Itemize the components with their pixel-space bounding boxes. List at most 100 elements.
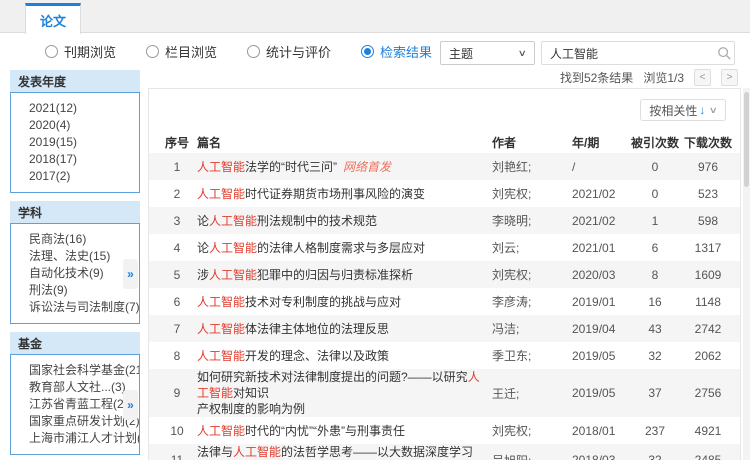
table-row[interactable]: 6人工智能技术对专利制度的挑战与应对李彦涛;2019/01161148 [149, 288, 740, 315]
radio-circle-icon [247, 45, 260, 58]
col-index: 序号 [157, 134, 197, 151]
row-cited: 237 [628, 424, 682, 438]
results-panel: 按相关性 ↓ ∨ 序号篇名作者年/期被引次数下载次数1人工智能法学的“时代三问”… [148, 88, 741, 460]
row-index: 7 [157, 322, 197, 336]
facet-list: 国家社会科学基金(21)教育部人文社...(3)江苏省青蓝工程(2)国家重点研发… [10, 354, 140, 455]
facet-2: 基金国家社会科学基金(21)教育部人文社...(3)江苏省青蓝工程(2)国家重点… [10, 332, 140, 455]
paper-title-link[interactable]: 法律与人工智能的法哲学思考——以大数据深度学习为考察重点 [197, 444, 492, 460]
facet-item[interactable]: 诉讼法与司法制度(7) [11, 299, 139, 316]
facet-item[interactable]: 法理、法史(15) [11, 248, 139, 265]
facet-item[interactable]: 2018(17) [11, 151, 139, 168]
row-year: 2021/01 [570, 241, 628, 255]
next-page-button[interactable]: > [721, 69, 738, 86]
table-row[interactable]: 9如何研究新技术对法律制度提出的问题?——以研究人工智能对知识产权制度的影响为例… [149, 369, 740, 417]
results-count: 找到52条结果 [560, 69, 633, 86]
keyword-highlight: 人工智能 [209, 241, 257, 255]
facet-item[interactable]: 上海市浦江人才计划(1) [11, 430, 139, 447]
col-cited: 被引次数 [628, 134, 682, 151]
radio-circle-icon [361, 45, 374, 58]
facet-1: 学科民商法(16)法理、法史(15)自动化技术(9)刑法(9)诉讼法与司法制度(… [10, 201, 140, 324]
paper-title-link[interactable]: 人工智能法学的“时代三问”网络首发 [197, 159, 492, 175]
keyword-highlight: 人工智能 [233, 445, 281, 459]
row-author: 王迁; [492, 385, 570, 402]
radio-view-0[interactable]: 刊期浏览 [45, 42, 116, 61]
table-row[interactable]: 5涉人工智能犯罪中的归因与归责标准探析刘宪权;2020/0381609 [149, 261, 740, 288]
facet-item[interactable]: 江苏省青蓝工程(2) [11, 396, 139, 413]
search-icon[interactable] [713, 46, 734, 60]
col-downloads: 下载次数 [682, 134, 734, 151]
table-row[interactable]: 1人工智能法学的“时代三问”网络首发刘艳红;/0976 [149, 153, 740, 180]
vertical-scrollbar[interactable] [743, 88, 750, 460]
row-year: 2020/03 [570, 268, 628, 282]
paper-title-link[interactable]: 涉人工智能犯罪中的归因与归责标准探析 [197, 267, 492, 283]
facet-0: 发表年度2021(12)2020(4)2019(15)2018(17)2017(… [10, 70, 140, 193]
row-year: 2021/02 [570, 187, 628, 201]
search-input[interactable] [542, 46, 713, 60]
table-row[interactable]: 2人工智能时代证券期货市场刑事风险的演变刘宪权;2021/020523 [149, 180, 740, 207]
radio-label: 检索结果 [380, 42, 432, 61]
paper-title-link[interactable]: 人工智能开发的理念、法律以及政策 [197, 348, 492, 364]
facet-item[interactable]: 教育部人文社...(3) [11, 379, 139, 396]
radio-view-2[interactable]: 统计与评价 [247, 42, 331, 61]
paper-title-link[interactable]: 论人工智能的法律人格制度需求与多层应对 [197, 240, 492, 256]
tab-strip: 论文 [0, 0, 750, 33]
row-index: 6 [157, 295, 197, 309]
paper-title-link[interactable]: 人工智能时代证券期货市场刑事风险的演变 [197, 186, 492, 202]
paper-title-link[interactable]: 如何研究新技术对法律制度提出的问题?——以研究人工智能对知识产权制度的影响为例 [197, 369, 492, 417]
scrollbar-thumb[interactable] [744, 92, 749, 187]
row-author: 刘宪权; [492, 266, 570, 283]
facet-item[interactable]: 刑法(9) [11, 282, 139, 299]
facet-expand-button[interactable]: » [123, 390, 138, 420]
row-author: 刘艳红; [492, 158, 570, 175]
facet-item[interactable]: 2021(12) [11, 100, 139, 117]
facet-item[interactable]: 国家重点研发计划(2) [11, 413, 139, 430]
facet-item[interactable]: 2017(2) [11, 168, 139, 185]
row-cited: 43 [628, 322, 682, 336]
row-author: 李晓明; [492, 212, 570, 229]
row-index: 1 [157, 160, 197, 174]
sort-label: 按相关性 [649, 102, 697, 119]
row-author: 吴旭阳; [492, 452, 570, 460]
keyword-highlight: 人工智能 [197, 295, 245, 309]
table-row[interactable]: 11法律与人工智能的法哲学思考——以大数据深度学习为考察重点吴旭阳;2018/0… [149, 444, 740, 460]
facet-item[interactable]: 民商法(16) [11, 231, 139, 248]
paper-title-link[interactable]: 人工智能技术对专利制度的挑战与应对 [197, 294, 492, 310]
paper-title-link[interactable]: 人工智能时代的“内忧”“外患”与刑事责任 [197, 423, 492, 439]
table-row[interactable]: 4论人工智能的法律人格制度需求与多层应对刘云;2021/0161317 [149, 234, 740, 261]
row-year: 2019/01 [570, 295, 628, 309]
paper-title-link[interactable]: 人工智能体法律主体地位的法理反思 [197, 321, 492, 337]
col-title: 篇名 [197, 134, 492, 151]
table-row[interactable]: 3论人工智能刑法规制中的技术规范李晓明;2021/021598 [149, 207, 740, 234]
facet-item[interactable]: 国家社会科学基金(21) [11, 362, 139, 379]
radio-view-1[interactable]: 栏目浏览 [146, 42, 217, 61]
radio-circle-icon [45, 45, 58, 58]
radio-label: 刊期浏览 [64, 42, 116, 61]
keyword-highlight: 人工智能 [197, 187, 245, 201]
prev-page-button[interactable]: < [694, 69, 711, 86]
facet-expand-button[interactable]: » [123, 259, 138, 289]
row-cited: 6 [628, 241, 682, 255]
table-row[interactable]: 7人工智能体法律主体地位的法理反思冯洁;2019/04432742 [149, 315, 740, 342]
facet-item[interactable]: 2019(15) [11, 134, 139, 151]
table-row[interactable]: 8人工智能开发的理念、法律以及政策季卫东;2019/05322062 [149, 342, 740, 369]
table-row[interactable]: 10人工智能时代的“内忧”“外患”与刑事责任刘宪权;2018/012374921 [149, 417, 740, 444]
tab-papers[interactable]: 论文 [25, 3, 81, 34]
radio-view-3[interactable]: 检索结果 [361, 42, 432, 61]
facet-item[interactable]: 2020(4) [11, 117, 139, 134]
view-mode-radios: 刊期浏览 栏目浏览 统计与评价 检索结果 [45, 42, 432, 61]
keyword-highlight: 人工智能 [209, 268, 257, 282]
row-downloads: 523 [682, 187, 734, 201]
row-downloads: 2062 [682, 349, 734, 363]
col-year: 年/期 [570, 134, 628, 151]
row-downloads: 598 [682, 214, 734, 228]
row-cited: 32 [628, 453, 682, 460]
row-year: 2019/05 [570, 386, 628, 400]
sort-button[interactable]: 按相关性 ↓ ∨ [640, 99, 726, 121]
row-downloads: 1609 [682, 268, 734, 282]
row-index: 2 [157, 187, 197, 201]
facet-sidebar: 发表年度2021(12)2020(4)2019(15)2018(17)2017(… [10, 70, 140, 460]
search-field-select[interactable]: 主题 ∨ [440, 41, 535, 65]
facet-item[interactable]: 自动化技术(9) [11, 265, 139, 282]
paper-title-link[interactable]: 论人工智能刑法规制中的技术规范 [197, 213, 492, 229]
row-author: 季卫东; [492, 347, 570, 364]
